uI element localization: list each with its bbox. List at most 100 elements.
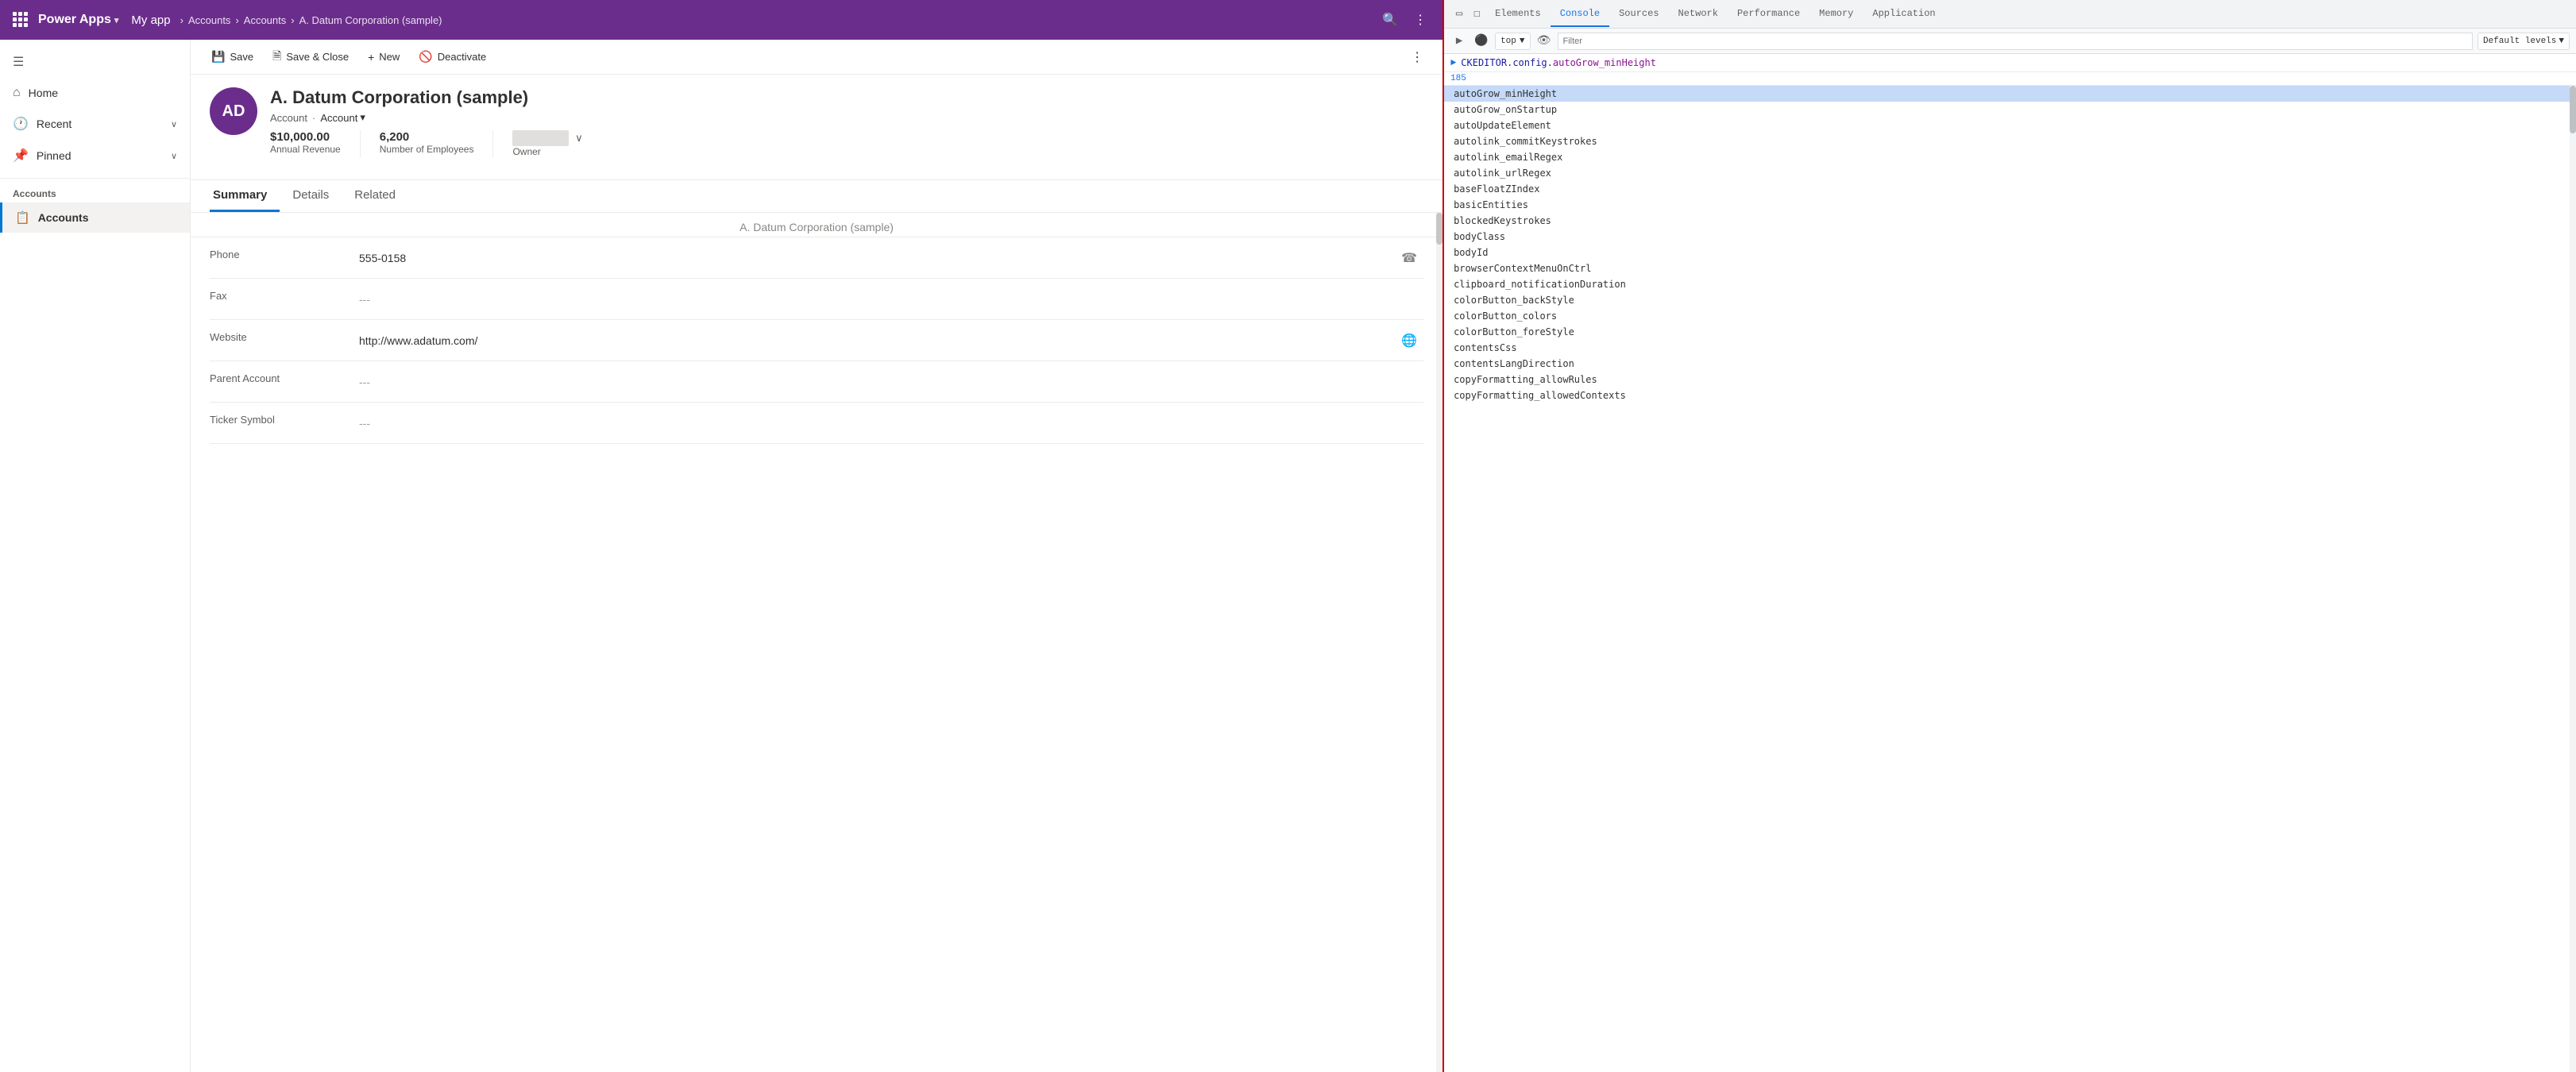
console-input-line: ► CKEDITOR.config.autoGrow_minHeight <box>1444 54 2576 72</box>
website-label: Website <box>210 320 353 361</box>
scroll-track[interactable] <box>1436 213 1442 1072</box>
hamburger-menu-button[interactable]: ☰ <box>0 46 190 78</box>
breadcrumb-record: A. Datum Corporation (sample) <box>299 14 442 26</box>
autocomplete-item[interactable]: contentsCss <box>1444 340 2570 356</box>
tab-memory[interactable]: Memory <box>1809 2 1863 27</box>
autocomplete-list: autoGrow_minHeightautoGrow_onStartupauto… <box>1444 86 2570 1072</box>
breadcrumb-accounts1[interactable]: Accounts <box>188 14 230 26</box>
autocomplete-item[interactable]: basicEntities <box>1444 197 2570 213</box>
more-commands-button[interactable]: ⋮ <box>1404 44 1430 70</box>
autocomplete-item[interactable]: copyFormatting_allowRules <box>1444 372 2570 388</box>
tab-sources[interactable]: Sources <box>1609 2 1668 27</box>
autocomplete-item[interactable]: bodyClass <box>1444 229 2570 245</box>
waffle-menu-icon[interactable] <box>13 12 29 28</box>
sidebar-item-pinned[interactable]: 📌 Pinned ∨ <box>0 140 190 172</box>
autocomplete-item[interactable]: autoGrow_minHeight <box>1444 86 2570 102</box>
tab-details[interactable]: Details <box>289 180 342 212</box>
execute-icon[interactable]: ▶ <box>1450 33 1468 50</box>
ticker-label: Ticker Symbol <box>210 403 353 443</box>
sidebar-home-label: Home <box>29 87 58 99</box>
website-icon[interactable]: 🌐 <box>1401 333 1417 349</box>
autocomplete-item[interactable]: contentsLangDirection <box>1444 356 2570 372</box>
sidebar-item-home[interactable]: ⌂ Home <box>0 78 190 108</box>
autocomplete-item[interactable]: browserContextMenuOnCtrl <box>1444 260 2570 276</box>
autocomplete-item[interactable]: autolink_urlRegex <box>1444 165 2570 181</box>
eye-icon[interactable]: 👁 <box>1535 33 1553 50</box>
autocomplete-item[interactable]: autolink_commitKeystrokes <box>1444 133 2570 149</box>
deactivate-button[interactable]: 🚫 Deactivate <box>411 45 494 68</box>
sidebar-item-accounts[interactable]: 📋 Accounts <box>0 202 190 233</box>
search-icon[interactable]: 🔍 <box>1379 9 1401 31</box>
tab-network[interactable]: Network <box>1669 2 1728 27</box>
record-type-dropdown[interactable]: Account ▾ <box>320 111 365 124</box>
sidebar-item-recent[interactable]: 🕐 Recent ∨ <box>0 108 190 140</box>
form-row-phone: Phone 555-0158 ☎ <box>210 237 1423 279</box>
recent-icon: 🕐 <box>13 116 29 132</box>
brand-logo[interactable]: Power Apps ▾ <box>38 13 118 27</box>
recent-chevron-icon: ∨ <box>171 119 177 129</box>
autocomplete-item[interactable]: autoUpdateElement <box>1444 118 2570 133</box>
devtools-device-icon[interactable]: ☐ <box>1468 6 1485 23</box>
console-line-number: 185 <box>1444 72 2576 86</box>
tab-application[interactable]: Application <box>1863 2 1945 27</box>
record-tabs: Summary Details Related <box>191 180 1442 213</box>
breadcrumb-sep1: › <box>180 14 183 26</box>
owner-dropdown-icon[interactable]: ∨ <box>575 132 583 145</box>
form-row-website: Website http://www.adatum.com/ 🌐 <box>210 320 1423 361</box>
form-area: A. Datum Corporation (sample) Phone 555-… <box>191 213 1442 1072</box>
record-header: AD A. Datum Corporation (sample) Account… <box>191 75 1442 180</box>
website-value[interactable]: http://www.adatum.com/ 🌐 <box>353 320 1423 361</box>
parent-account-value[interactable]: --- <box>353 361 1423 402</box>
home-icon: ⌂ <box>13 86 21 100</box>
context-selector[interactable]: top ▼ <box>1495 33 1530 50</box>
autocomplete-item[interactable]: clipboard_notificationDuration <box>1444 276 2570 292</box>
record-type-label: Account <box>270 112 307 124</box>
deactivate-icon: 🚫 <box>419 50 432 64</box>
autocomplete-item[interactable]: colorButton_backStyle <box>1444 292 2570 308</box>
console-input-code[interactable]: CKEDITOR.config.autoGrow_minHeight <box>1461 57 1656 68</box>
phone-icon[interactable]: ☎ <box>1401 250 1417 266</box>
devtools-inspect-icon[interactable]: ▭ <box>1450 6 1468 23</box>
breadcrumb-accounts2[interactable]: Accounts <box>244 14 286 26</box>
tab-console[interactable]: Console <box>1551 2 1609 27</box>
devtools-tab-bar: ▭ ☐ Elements Console Sources Network Per… <box>1444 0 2576 29</box>
autocomplete-item[interactable]: colorButton_colors <box>1444 308 2570 324</box>
fax-value[interactable]: --- <box>353 279 1423 319</box>
new-icon: + <box>368 51 374 64</box>
autocomplete-scrollbar-thumb <box>2570 86 2576 133</box>
ticker-value[interactable]: --- <box>353 403 1423 443</box>
save-close-button[interactable]: 🗎 Save & Close <box>265 43 357 71</box>
tab-performance[interactable]: Performance <box>1728 2 1809 27</box>
autocomplete-item[interactable]: blockedKeystrokes <box>1444 213 2570 229</box>
breadcrumb-sep3: › <box>291 14 294 26</box>
tab-summary[interactable]: Summary <box>210 180 280 212</box>
form-row-ticker: Ticker Symbol --- <box>210 403 1423 444</box>
stop-icon[interactable]: ⚫ <box>1473 33 1490 50</box>
scroll-thumb <box>1436 213 1442 245</box>
devtools-toolbar: ▶ ⚫ top ▼ 👁 Default levels ▼ <box>1444 29 2576 54</box>
autocomplete-item[interactable]: baseFloatZIndex <box>1444 181 2570 197</box>
console-content: ► CKEDITOR.config.autoGrow_minHeight 185… <box>1444 54 2576 1072</box>
save-icon: 💾 <box>211 50 225 64</box>
form-row-parent-account: Parent Account --- <box>210 361 1423 403</box>
autocomplete-container: autoGrow_minHeightautoGrow_onStartupauto… <box>1444 86 2576 1072</box>
owner-stat: Owner ∨ <box>512 130 601 157</box>
autocomplete-scrollbar[interactable] <box>2570 86 2576 1072</box>
sidebar-section-accounts: Accounts <box>0 179 190 202</box>
autocomplete-item[interactable]: autoGrow_onStartup <box>1444 102 2570 118</box>
tab-related[interactable]: Related <box>351 180 408 212</box>
autocomplete-item[interactable]: bodyId <box>1444 245 2570 260</box>
autocomplete-item[interactable]: copyFormatting_allowedContexts <box>1444 388 2570 403</box>
top-navigation: Power Apps ▾ My app › Accounts › Account… <box>0 0 1442 40</box>
tab-elements[interactable]: Elements <box>1485 2 1551 27</box>
breadcrumb-sep2: › <box>235 14 238 26</box>
log-levels-selector[interactable]: Default levels ▼ <box>2478 33 2570 50</box>
revenue-stat: $10,000.00 Annual Revenue <box>270 130 361 157</box>
more-options-icon[interactable]: ⋮ <box>1411 9 1430 31</box>
console-filter-input[interactable] <box>1558 33 2473 50</box>
new-button[interactable]: + New <box>360 46 407 68</box>
autocomplete-item[interactable]: colorButton_foreStyle <box>1444 324 2570 340</box>
autocomplete-item[interactable]: autolink_emailRegex <box>1444 149 2570 165</box>
phone-value[interactable]: 555-0158 ☎ <box>353 237 1423 278</box>
save-button[interactable]: 💾 Save <box>203 45 261 68</box>
